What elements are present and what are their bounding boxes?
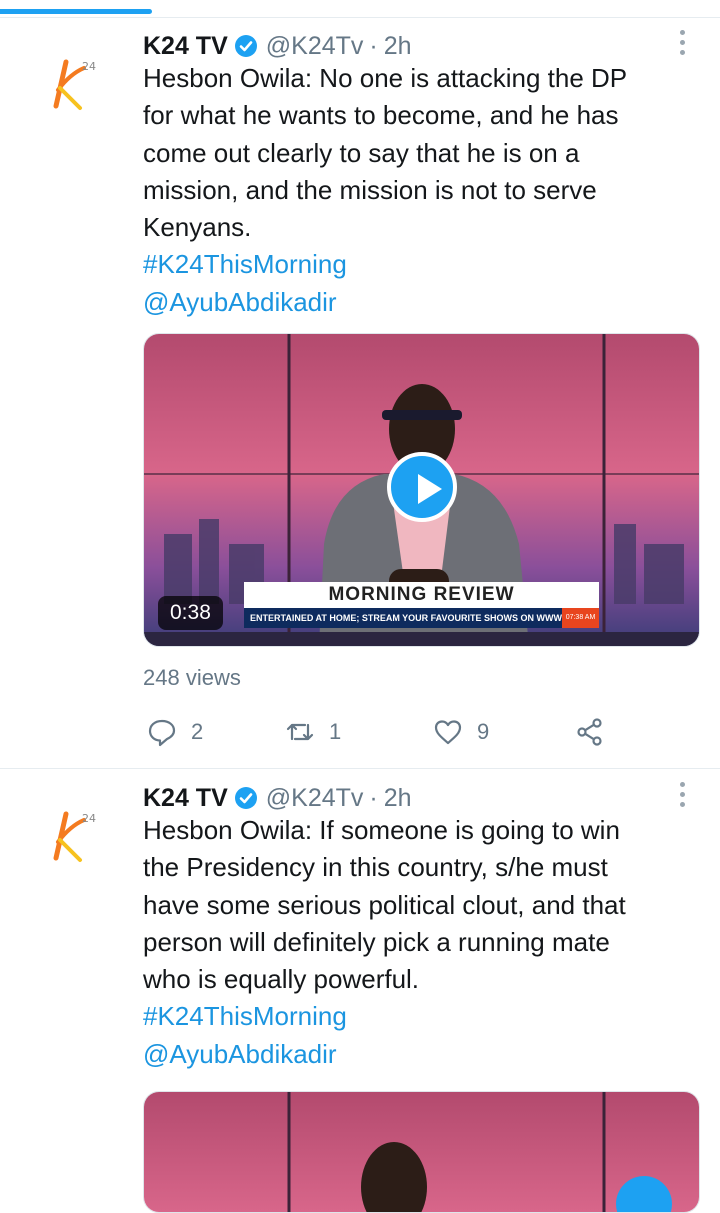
svg-text:24: 24 (82, 812, 96, 825)
k24-logo-avatar[interactable]: 24 (46, 808, 102, 864)
lower-third-banner: MORNING REVIEW ENTERTAINED AT HOME; STRE… (244, 582, 599, 630)
play-icon[interactable] (387, 452, 457, 522)
lower-third-title: MORNING REVIEW (244, 582, 599, 608)
video-player[interactable] (143, 1091, 700, 1213)
tweet-header: K24 TV @K24Tv · 2h (143, 28, 412, 64)
like-button[interactable]: 9 (433, 714, 489, 750)
mention-link[interactable]: @AyubAbdikadir (143, 1036, 688, 1073)
tweet-card[interactable]: 24 K24 TV @K24Tv · 2h Hesbon Owila: No o… (0, 18, 720, 769)
video-thumbnail (144, 1092, 699, 1212)
tweet-text-line: mission, and the mission is not to serve (143, 174, 597, 205)
more-options-icon[interactable] (672, 782, 692, 812)
tweet-actions: 2 1 9 (143, 714, 623, 750)
video-player[interactable]: MORNING REVIEW ENTERTAINED AT HOME; STRE… (143, 333, 700, 647)
share-button[interactable] (575, 714, 619, 750)
reply-count: 2 (191, 719, 204, 744)
hashtag-link[interactable]: #K24ThisMorning (143, 998, 688, 1035)
tweet-text-line: have some serious political clout, and t… (143, 889, 626, 920)
top-tab-bar (0, 0, 720, 18)
tweet-text-line: come out clearly to say that he is on a (143, 137, 580, 168)
tweet-header: K24 TV @K24Tv · 2h (143, 780, 412, 816)
tweet-timestamp: 2h (383, 31, 412, 60)
account-name[interactable]: K24 TV (143, 784, 228, 813)
reply-button[interactable]: 2 (147, 714, 203, 750)
tweet-text-line: for what he wants to become, and he has (143, 100, 619, 131)
tweet-text-line: person will definitely pick a running ma… (143, 926, 610, 957)
account-handle[interactable]: @K24Tv (266, 32, 364, 61)
account-name[interactable]: K24 TV (143, 32, 228, 61)
retweet-button[interactable]: 1 (285, 714, 341, 750)
share-icon (577, 718, 602, 746)
verified-badge-icon (234, 787, 257, 809)
tweet-card[interactable]: 24 K24 TV @K24Tv · 2h Hesbon Owila: If s… (0, 770, 720, 1213)
video-duration-badge: 0:38 (158, 596, 223, 630)
active-tab-indicator (0, 9, 152, 14)
svg-text:24: 24 (82, 60, 96, 73)
tweet-timestamp: 2h (383, 783, 412, 812)
reply-icon (148, 719, 176, 747)
tweet-text-line: Kenyans. (143, 212, 252, 243)
more-options-icon[interactable] (672, 30, 692, 60)
mention-link[interactable]: @AyubAbdikadir (143, 284, 688, 321)
tweet-text-line: Hesbon Owila: No one is attacking the DP (143, 63, 628, 93)
like-count: 9 (477, 719, 490, 744)
tweet-text-line: the Presidency in this country, s/he mus… (143, 852, 608, 883)
news-ticker: ENTERTAINED AT HOME; STREAM YOUR FAVOURI… (244, 608, 599, 628)
tweet-text-line: Hesbon Owila: If someone is going to win (143, 815, 620, 845)
verified-badge-icon (234, 35, 257, 57)
tweet-text: Hesbon Owila: No one is attacking the DP… (143, 60, 688, 321)
tweet-text: Hesbon Owila: If someone is going to win… (143, 812, 688, 1073)
view-count: 248 views (143, 665, 241, 690)
separator-dot: · (369, 31, 378, 60)
account-handle[interactable]: @K24Tv (266, 784, 364, 813)
retweet-count: 1 (329, 719, 342, 744)
like-icon (434, 720, 462, 745)
tweet-text-line: who is equally powerful. (143, 964, 420, 995)
hashtag-link[interactable]: #K24ThisMorning (143, 246, 688, 283)
broadcast-clock: 07:38 AM (562, 608, 599, 628)
k24-logo-avatar[interactable]: 24 (46, 56, 102, 112)
separator-dot: · (369, 783, 378, 812)
retweet-icon (286, 723, 314, 741)
